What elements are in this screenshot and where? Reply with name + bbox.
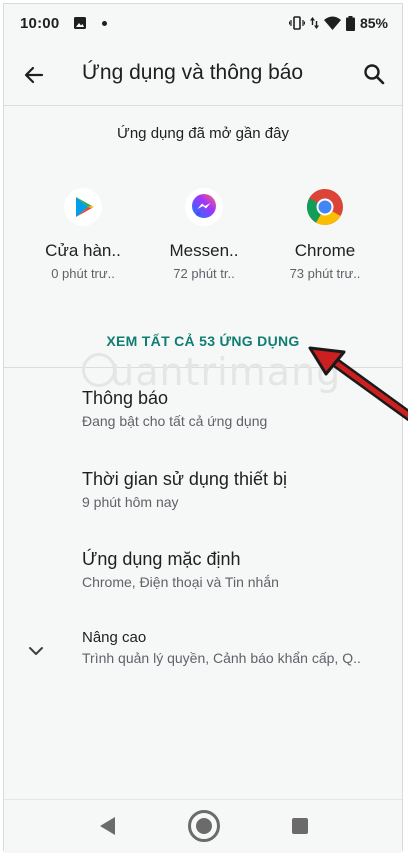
recent-apps-row: Cửa hàn.. 0 phút trư.. Messen.. 72 phút … [4, 187, 402, 287]
status-time: 10:00 [20, 15, 60, 32]
notification-dot-icon [102, 21, 107, 26]
recent-apps-header: Ứng dụng đã mở gần đây [117, 125, 289, 142]
status-bar: 10:00 85% [4, 4, 402, 44]
setting-title: Thông báo [82, 388, 169, 408]
battery-icon [345, 15, 355, 31]
setting-screen-time[interactable]: Thời gian sử dụng thiết bị 9 phút hôm na… [82, 469, 392, 510]
setting-title: Thời gian sử dụng thiết bị [82, 469, 287, 489]
recent-app-messenger[interactable]: Messen.. 72 phút tr.. [149, 187, 259, 281]
messenger-icon [184, 187, 224, 227]
app-bar: Ứng dụng và thông báo [4, 49, 402, 101]
search-icon[interactable] [362, 62, 386, 86]
setting-subtitle: Trình quản lý quyền, Cảnh báo khẩn cấp, … [82, 650, 361, 666]
chrome-icon [305, 187, 345, 227]
app-name: Chrome [294, 241, 356, 260]
play-store-icon [63, 187, 103, 227]
setting-advanced[interactable]: Nâng cao Trình quản lý quyền, Cảnh báo k… [82, 629, 392, 666]
vibrate-icon [288, 16, 305, 30]
wifi-icon [323, 16, 341, 30]
status-right-icons: 85% [288, 15, 388, 31]
app-last-used: 73 phút trư.. [289, 266, 361, 281]
setting-subtitle: 9 phút hôm nay [82, 494, 179, 510]
nav-back-icon[interactable] [98, 816, 116, 836]
recent-app-chrome[interactable]: Chrome 73 phút trư.. [270, 187, 380, 281]
screen: 10:00 85% Ứng dụng và thông báo Ứng dụng… [3, 3, 408, 853]
battery-percent: 85% [359, 15, 388, 31]
setting-default-apps[interactable]: Ứng dụng mặc định Chrome, Điện thoại và … [82, 549, 392, 590]
setting-title: Ứng dụng mặc định [82, 549, 241, 569]
nav-recents-icon[interactable] [292, 818, 308, 834]
setting-subtitle: Đang bật cho tất cả ứng dụng [82, 413, 268, 429]
arrow-left-icon[interactable] [22, 63, 46, 87]
navigation-bar [4, 799, 402, 853]
setting-notifications[interactable]: Thông báo Đang bật cho tất cả ứng dụng [82, 388, 392, 429]
app-name: Cửa hàn.. [45, 241, 121, 260]
recent-app-play-store[interactable]: Cửa hàn.. 0 phút trư.. [28, 187, 138, 281]
app-last-used: 0 phút trư.. [51, 266, 115, 281]
divider [4, 105, 402, 106]
setting-title: Nâng cao [82, 629, 147, 646]
data-arrows-icon [309, 17, 319, 29]
app-name: Messen.. [169, 241, 239, 260]
app-last-used: 72 phút tr.. [173, 266, 235, 281]
chevron-down-icon[interactable] [26, 641, 46, 661]
image-icon [74, 17, 86, 29]
setting-subtitle: Chrome, Điện thoại và Tin nhắn [82, 574, 279, 590]
nav-home-icon[interactable] [187, 809, 221, 843]
page-title: Ứng dụng và thông báo [82, 61, 304, 84]
